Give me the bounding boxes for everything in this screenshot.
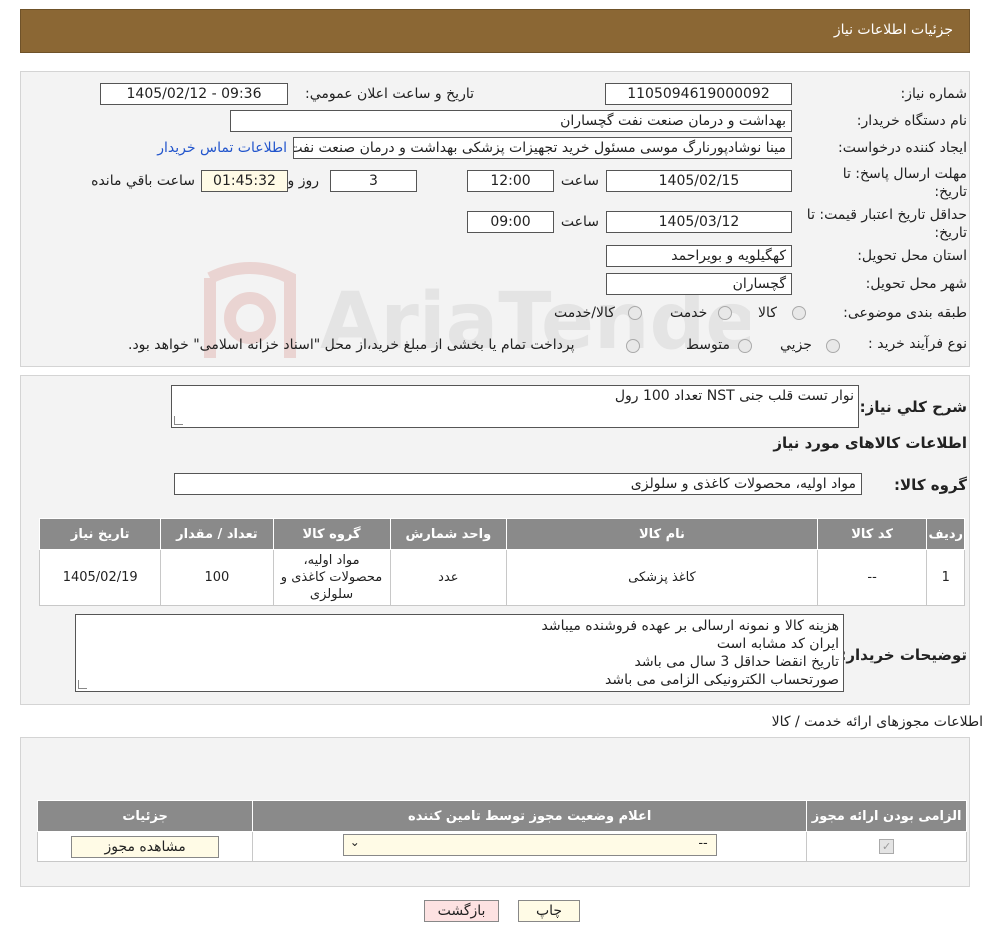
cell-qty: 100 — [160, 549, 274, 606]
category-option-service: خدمت — [670, 305, 708, 321]
category-label: طبقه بندی موضوعی: — [843, 305, 967, 321]
buyer-note-line: ایران کد مشابه است — [716, 636, 839, 652]
remaining-time-field: 01:45:32 — [201, 170, 288, 192]
cell-name: کاغذ پزشکی — [506, 549, 818, 606]
permit-status-value: -- — [698, 835, 708, 851]
cell-permit-details: مشاهده مجوز — [36, 831, 254, 862]
col-permit-required: الزامی بودن ارائه مجوز — [806, 800, 967, 832]
buyer-notes-label: توضیحات خریدار: — [840, 646, 967, 664]
page-title: جزئیات اطلاعات نیاز — [833, 22, 953, 38]
resize-handle-icon[interactable] — [174, 416, 183, 425]
goods-group-label: گروه کالا: — [894, 476, 967, 494]
process-note: پرداخت تمام یا بخشی از مبلغ خرید،از محل … — [128, 337, 575, 353]
summary-label: شرح كلي نياز: — [859, 398, 967, 416]
deadline-time-field: 12:00 — [467, 170, 554, 192]
category-radio-goods-service[interactable] — [628, 306, 642, 320]
cell-row: 1 — [926, 549, 965, 606]
items-table: ردیف کد کالا نام کالا واحد شمارش گروه کا… — [38, 518, 965, 606]
items-table-header: ردیف کد کالا نام کالا واحد شمارش گروه کا… — [38, 518, 965, 550]
city-field: گچساران — [606, 273, 792, 295]
need-number-label: شماره نیاز: — [900, 86, 968, 102]
process-label: نوع فرآیند خرید : — [868, 336, 967, 352]
process-option-minor: جزیي — [780, 337, 812, 353]
category-option-goods: کالا — [758, 305, 777, 321]
days-field: 3 — [330, 170, 417, 192]
table-row: 1 -- کاغذ پزشکی عدد مواد اولیه، محصولات … — [38, 549, 965, 606]
deadline-label: مهلت ارسال پاسخ: تا تاریخ: — [842, 166, 967, 200]
permits-title: اطلاعات مجوزهای ارائه خدمت / کالا — [771, 714, 983, 730]
col-unit: واحد شمارش — [389, 518, 508, 550]
col-group: گروه کالا — [272, 518, 391, 550]
buyer-notes-textarea: هزینه کالا و نمونه ارسالی بر عهده فروشند… — [75, 614, 844, 692]
col-row: ردیف — [926, 518, 965, 550]
cell-code: -- — [816, 549, 928, 606]
buyer-contact-link[interactable]: اطلاعات تماس خریدار — [157, 140, 287, 156]
goods-section-title: اطلاعات کالاهای مورد نیاز — [773, 434, 967, 452]
category-radio-goods[interactable] — [792, 306, 806, 320]
announce-label: تاریخ و ساعت اعلان عمومي: — [305, 86, 474, 102]
cell-permit-status: -- ⌄ — [252, 831, 808, 862]
city-label: شهر محل تحویل: — [865, 276, 967, 292]
summary-textarea: نوار تست قلب جنی NST تعداد 100 رول — [171, 385, 859, 428]
col-date: تاریخ نیاز — [38, 518, 162, 550]
validity-date-field: 1405/03/12 — [606, 211, 792, 233]
remaining-label: ساعت باقي مانده — [91, 173, 195, 189]
page-header: جزئیات اطلاعات نیاز — [20, 9, 970, 53]
deadline-time-label: ساعت — [560, 173, 599, 189]
cell-permit-required: ✓ — [806, 831, 967, 862]
resize-handle-icon[interactable] — [78, 680, 87, 689]
view-permit-button[interactable]: مشاهده مجوز — [71, 835, 220, 858]
goods-group-field: مواد اولیه، محصولات کاغذی و سلولزی — [174, 473, 862, 495]
validity-time-label: ساعت — [560, 214, 599, 230]
table-row: ✓ -- ⌄ مشاهده مجوز — [36, 831, 967, 862]
category-radio-service[interactable] — [718, 306, 732, 320]
process-option-medium: متوسط — [686, 337, 730, 353]
category-option-goods-service: کالا/خدمت — [554, 305, 615, 321]
buyer-note-line: هزینه کالا و نمونه ارسالی بر عهده فروشند… — [541, 618, 839, 634]
buyer-note-line: تاریخ انقضا حداقل 3 سال می باشد — [634, 654, 839, 670]
days-label: روز و — [287, 173, 320, 189]
permits-table: الزامی بودن ارائه مجوز اعلام وضعیت مجوز … — [36, 800, 967, 862]
col-name: نام کالا — [506, 518, 818, 550]
need-number-field: 1105094619000092 — [605, 83, 792, 105]
col-code: کد کالا — [816, 518, 928, 550]
buyer-label: نام دستگاه خریدار: — [856, 113, 967, 129]
permit-status-select[interactable]: -- ⌄ — [342, 833, 717, 856]
buyer-field: بهداشت و درمان صنعت نفت گچساران — [230, 110, 792, 132]
col-permit-status: اعلام وضعیت مجوز توسط تامین کننده — [252, 800, 808, 832]
summary-text: نوار تست قلب جنی NST تعداد 100 رول — [614, 388, 854, 404]
back-button[interactable]: بازگشت — [424, 900, 499, 922]
permits-table-header: الزامی بودن ارائه مجوز اعلام وضعیت مجوز … — [36, 800, 967, 832]
validity-time-field: 09:00 — [467, 211, 554, 233]
process-radio-minor[interactable] — [826, 339, 840, 353]
col-permit-details: جزئیات — [36, 800, 254, 832]
cell-date: 1405/02/19 — [38, 549, 162, 606]
cell-group: مواد اولیه، محصولات کاغذی و سلولزی — [272, 549, 391, 606]
chevron-down-icon: ⌄ — [349, 834, 360, 849]
checkbox-icon[interactable]: ✓ — [879, 839, 895, 854]
province-label: استان محل تحویل: — [857, 248, 967, 264]
print-button[interactable]: چاپ — [518, 900, 580, 922]
deadline-date-field: 1405/02/15 — [606, 170, 792, 192]
validity-label: حداقل تاریخ اعتبار قیمت: تا تاریخ: — [806, 207, 967, 241]
province-field: کهگیلویه و بویراحمد — [606, 245, 792, 267]
cell-unit: عدد — [389, 549, 508, 606]
creator-field: مینا نوشادپورنارگ موسی مسئول خرید تجهیزا… — [293, 137, 792, 159]
process-radio-treasury[interactable] — [626, 339, 640, 353]
buyer-note-line: صورتحساب الکترونیکی الزامی می باشد — [604, 672, 839, 688]
col-qty: تعداد / مقدار — [160, 518, 274, 550]
announce-field: 1405/02/12 - 09:36 — [100, 83, 288, 105]
process-radio-medium[interactable] — [738, 339, 752, 353]
creator-label: ایجاد کننده درخواست: — [838, 140, 967, 156]
